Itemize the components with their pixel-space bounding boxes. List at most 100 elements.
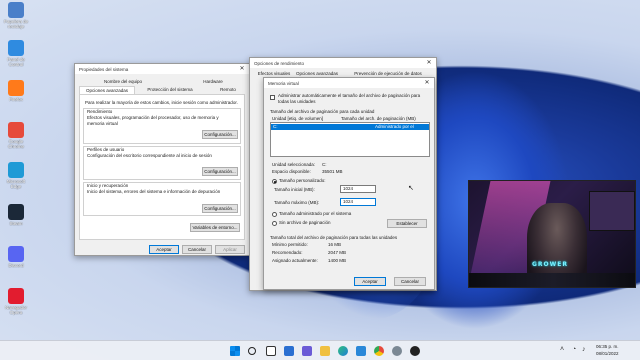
tab-advanced-options[interactable]: Opciones avanzadas (79, 86, 135, 94)
desktop-icon-label: Papelera de reciclaje (3, 19, 29, 29)
environment-variables-button[interactable]: Variables de entorno... (190, 223, 240, 232)
search-icon[interactable] (248, 347, 256, 355)
current-allocated-value: 1400 MB (328, 258, 347, 263)
clock-time[interactable]: 06:35 p. m. (596, 344, 619, 349)
no-paging-label: Sin archivo de paginación (279, 220, 331, 225)
desktop-icon-label: Steam (9, 221, 23, 226)
desktop-icon[interactable]: Steam (2, 204, 30, 226)
tab-remote[interactable]: Remoto (213, 86, 243, 94)
auto-manage-checkbox[interactable] (270, 95, 275, 100)
desktop-icon-label: Firefox (9, 97, 23, 102)
column-paging-size: Tamaño del arch. de paginación (MB) (341, 116, 416, 121)
chrome-icon (8, 122, 24, 138)
recommended-label: Recomendado: (272, 250, 303, 255)
user-profiles-label: Perfiles de usuario (87, 147, 125, 152)
window-title: Opciones de rendimiento (254, 60, 305, 66)
edge-icon[interactable] (338, 346, 348, 356)
minimum-value: 16 MB (328, 242, 342, 247)
virtual-memory-titlebar[interactable]: Memoria virtual (264, 78, 434, 88)
close-icon[interactable]: ✕ (237, 65, 247, 73)
startup-recovery-label: Inicio y recuperación (87, 183, 129, 188)
system-managed-radio[interactable] (272, 212, 277, 217)
available-space-value: 35501 MB (322, 169, 343, 174)
task-view-icon[interactable] (266, 346, 276, 356)
drive-row-c[interactable]: C: Administrado por el sistema (271, 124, 429, 135)
start-icon[interactable] (230, 346, 240, 356)
drives-list[interactable]: C: Administrado por el sistema (270, 122, 430, 157)
discord-icon (8, 246, 24, 262)
minimum-label: Mínimo permitido: (272, 242, 308, 247)
vm-ok-button[interactable]: Aceptar (354, 277, 386, 286)
window-title: Memoria virtual (268, 80, 299, 86)
performance-description: Efectos visuales, programación del proce… (87, 115, 219, 126)
system-managed-label: Tamaño administrado por el sistema (279, 211, 352, 216)
window-title: Propiedades del sistema (79, 66, 129, 72)
desktop-icon-label: Navegador Opera (4, 305, 27, 315)
total-paging-label: Tamaño total del archivo de paginación p… (270, 235, 398, 240)
control-panel-icon (8, 40, 24, 56)
custom-size-radio[interactable] (272, 179, 277, 184)
no-paging-radio[interactable] (272, 221, 277, 226)
initial-size-input[interactable]: 1024 (340, 185, 376, 193)
teams-chat-icon[interactable] (302, 346, 312, 356)
performance-settings-button[interactable]: Configuración... (202, 130, 238, 139)
settings-icon[interactable] (392, 346, 402, 356)
webcam-bottom-bar (469, 273, 635, 287)
apply-button[interactable]: Aplicar (215, 245, 245, 254)
user-profiles-settings-button[interactable]: Configuración... (202, 167, 238, 176)
file-explorer-icon[interactable] (320, 346, 330, 356)
selected-drive-value: C: (322, 162, 327, 167)
ok-button[interactable]: Aceptar (149, 245, 179, 254)
close-icon[interactable]: ✕ (424, 59, 434, 67)
system-properties-window[interactable]: Propiedades del sistema ✕ Nombre del equ… (74, 63, 250, 256)
desktop-icon[interactable]: Panel de Control (2, 40, 30, 67)
drive-row-size: Administrado por el sistema (375, 124, 414, 135)
desktop-icon[interactable]: Navegador Opera (2, 288, 30, 315)
cancel-button[interactable]: Cancelar (182, 245, 212, 254)
tray-chevron-icon[interactable]: ˄ (560, 346, 564, 353)
system-properties-titlebar[interactable]: Propiedades del sistema (75, 64, 249, 74)
obs-icon[interactable] (410, 346, 420, 356)
set-button[interactable]: Establecer (387, 219, 427, 228)
desktop-icon-label: Discord (8, 263, 24, 268)
firefox-icon (8, 80, 24, 96)
tab-hardware[interactable]: Hardware (183, 78, 243, 86)
webcam-overlay: GROWER (468, 180, 636, 288)
clock-date[interactable]: 08/01/2022 (596, 351, 619, 356)
desktop-icon-label: Microsoft Edge (6, 179, 26, 189)
drive-row-drive: C: (273, 124, 278, 129)
recommended-value: 2047 MB (328, 250, 347, 255)
webcam-monitor (589, 191, 635, 231)
desktop-icon[interactable]: Discord (2, 246, 30, 268)
admin-note: Para realizar la mayoría de estos cambio… (85, 100, 238, 105)
steam-icon (8, 204, 24, 220)
widgets-icon[interactable] (284, 346, 294, 356)
opera-icon (8, 288, 24, 304)
desktop-icon[interactable]: Microsoft Edge (2, 162, 30, 189)
edge-icon (8, 162, 24, 178)
recycle-bin-icon (8, 2, 24, 18)
desktop-icon-label: Panel de Control (7, 57, 25, 67)
tab-system-protection[interactable]: Protección del sistema (137, 86, 203, 94)
initial-size-label: Tamaño inicial (MB): (274, 187, 315, 192)
performance-label: Rendimiento (87, 109, 113, 114)
column-drive: Unidad [etiq. de volumen] (272, 116, 324, 121)
max-size-label: Tamaño máximo (MB): (274, 200, 320, 205)
desktop-icon[interactable]: Firefox (2, 80, 30, 102)
vm-cancel-button[interactable]: Cancelar (394, 277, 426, 286)
performance-options-titlebar[interactable]: Opciones de rendimiento (250, 58, 436, 68)
paging-size-label: Tamaño del archivo de paginación para ca… (270, 109, 375, 114)
wifi-icon[interactable]: ◔ (572, 346, 576, 353)
desktop-icon[interactable]: Papelera de reciclaje (2, 2, 30, 29)
user-profiles-description: Configuración del escritorio correspondi… (87, 153, 212, 158)
chrome-icon[interactable] (374, 346, 384, 356)
auto-manage-label: Administrar automáticamente el tamaño de… (278, 93, 421, 104)
startup-recovery-settings-button[interactable]: Configuración... (202, 204, 238, 213)
close-icon[interactable]: ✕ (422, 79, 432, 87)
store-icon[interactable] (356, 346, 366, 356)
tab-computer-name[interactable]: Nombre del equipo (93, 78, 153, 86)
max-size-input[interactable]: 1024 (340, 198, 376, 206)
volume-icon[interactable]: ♪ (582, 346, 586, 353)
webcam-logo: GROWER (532, 261, 568, 268)
desktop-icon[interactable]: Google Chrome (2, 122, 30, 149)
